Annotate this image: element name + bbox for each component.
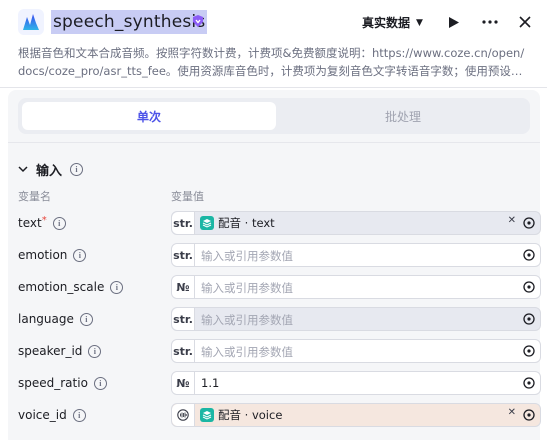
label-text: voice_id [18,408,67,422]
target-icon [523,281,535,293]
close-button[interactable] [515,12,535,32]
logo-icon [18,9,44,35]
description-line-1: 根据音色和文本合成音频。按照字符数计费，计费项&免费额度说明：https://w… [18,46,525,60]
type-indicator: № [172,276,195,298]
node-description: 根据音色和文本合成音频。按照字符数计费，计费项&免费额度说明：https://w… [18,44,538,80]
clear-icon[interactable]: ✕ [508,215,516,226]
node-header: speech_synthesis 真实数据 ▼ [0,0,547,44]
env-dropdown[interactable]: 真实数据 ▼ [362,14,423,31]
target-icon [523,409,535,421]
type-indicator: № [172,372,195,394]
section-title: 输入 [36,164,63,179]
variable-picker-button[interactable] [518,372,540,394]
input-label-emotion: emotion i [18,248,87,262]
label-text: speed_ratio [18,376,88,390]
info-icon: i [70,163,84,176]
variable-picker-button[interactable] [518,340,540,362]
info-icon: i [52,216,66,230]
input-label-text: text * i [18,214,66,230]
target-icon [523,217,535,229]
emotion-field[interactable]: str. 输入或引用参数值 [171,243,541,267]
more-button[interactable] [480,12,500,32]
label-text: emotion [18,248,68,262]
input-section-header[interactable]: 输入 i [18,160,84,179]
info-icon: i [88,344,102,358]
column-variable-name: 变量名 [18,190,51,203]
text-field[interactable]: str. 配音 · text ✕ [171,211,541,235]
reference-tag: 配音 · text [200,215,275,231]
info-icon: i [73,248,87,262]
more-icon [482,20,498,24]
reference-tag: 配音 · voice [200,407,282,423]
input-label-emotion-scale: emotion_scale i [18,280,124,294]
input-label-voice-id: voice_id i [18,408,86,422]
label-text: speaker_id [18,344,83,358]
node-title[interactable]: speech_synthesis [51,10,208,34]
info-icon: i [79,312,93,326]
reference-label: 配音 · text [218,216,275,230]
label-text: text [18,216,42,230]
input-label-language: language i [18,312,93,326]
speed-ratio-field[interactable]: № 1.1 [171,371,541,395]
type-indicator: str. [172,340,195,362]
input-placeholder: 输入或引用参数值 [201,281,293,295]
chevron-down-icon [18,166,28,173]
emotion-scale-field[interactable]: № 输入或引用参数值 [171,275,541,299]
input-placeholder: 输入或引用参数值 [201,249,293,263]
variable-picker-button[interactable] [518,244,540,266]
info-icon: i [72,408,86,422]
close-icon [519,16,531,28]
env-label: 真实数据 [362,16,411,30]
description-line-2: docs/coze_pro/asr_tts_fee。使用资源库音色时，计费项为复… [18,64,523,78]
input-label-speaker-id: speaker_id i [18,344,102,358]
input-label-speed-ratio: speed_ratio i [18,376,107,390]
stack-icon [200,216,214,230]
waveform-icon [177,409,189,421]
target-icon [523,345,535,357]
speaker-id-field[interactable]: str. 输入或引用参数值 [171,339,541,363]
voice-id-field[interactable]: 配音 · voice ✕ [171,403,541,427]
tabs-divider [8,142,540,143]
test-run-panel: 单次 批处理 输入 i 变量名 变量值 text * i str. 配音 · t… [8,90,541,440]
type-indicator: str. [172,212,195,234]
voice-type-indicator [172,404,195,426]
tab-single[interactable]: 单次 [22,102,276,130]
play-icon [449,16,459,28]
clear-icon[interactable]: ✕ [508,407,516,418]
variable-picker-button[interactable] [518,404,540,426]
type-indicator: str. [172,244,195,266]
verified-icon [193,15,203,27]
target-icon [523,313,535,325]
language-field[interactable]: str. 输入或引用参数值 [171,307,541,331]
caret-down-icon: ▼ [416,17,423,28]
tab-batch[interactable]: 批处理 [276,102,530,130]
type-indicator: str. [172,308,195,330]
target-icon [523,377,535,389]
reference-label: 配音 · voice [218,408,283,422]
variable-picker-button[interactable] [518,308,540,330]
label-text: emotion_scale [18,280,105,294]
input-placeholder: 输入或引用参数值 [201,313,293,327]
play-button[interactable] [444,12,464,32]
input-placeholder: 输入或引用参数值 [201,345,293,359]
required-mark: * [41,214,47,226]
variable-picker-button[interactable] [518,276,540,298]
input-value: 1.1 [201,376,220,390]
variable-picker-button[interactable] [518,212,540,234]
mode-tabs: 单次 批处理 [18,98,530,134]
header-divider [0,87,547,88]
target-icon [523,249,535,261]
stack-icon [200,408,214,422]
info-icon: i [93,376,107,390]
label-text: language [18,312,74,326]
info-icon: i [110,280,124,294]
column-variable-value: 变量值 [171,190,204,203]
